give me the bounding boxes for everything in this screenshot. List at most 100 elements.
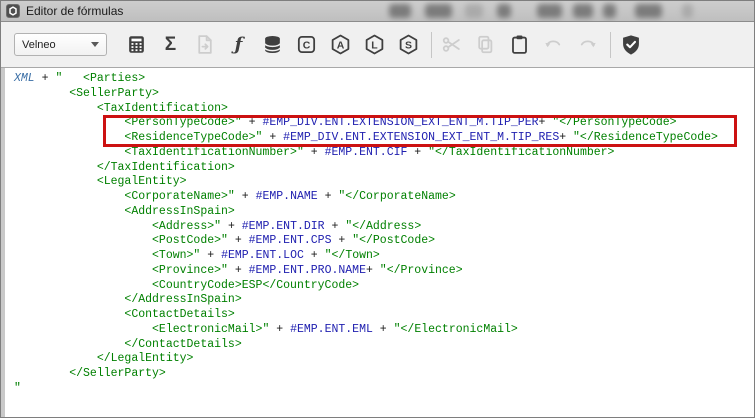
code-token-op: +: [234, 190, 256, 203]
copy-button[interactable]: [472, 30, 499, 60]
constants-button[interactable]: C: [293, 30, 320, 60]
code-token-str: "</ResidenceTypeCode>: [573, 131, 718, 144]
titlebar-blur-artifact: [389, 4, 411, 18]
code-token-str: <TaxIdentificationNumber>": [14, 145, 304, 159]
window-title: Editor de fórmulas: [26, 4, 124, 18]
code-token-op: +: [262, 131, 284, 144]
code-line: </SellerParty>: [14, 367, 754, 382]
database-fields-button[interactable]: [259, 30, 286, 60]
sum-button[interactable]: Σ: [157, 30, 184, 60]
code-token-op: +: [303, 249, 325, 262]
file-icon: [198, 35, 212, 54]
code-token-op: +: [372, 322, 394, 336]
titlebar-blur-artifact: [465, 4, 483, 18]
code-token-str: "</TaxIdentificationNumber>: [428, 145, 615, 159]
toolbar-separator: [610, 31, 611, 58]
code-token-str: <Province>": [14, 263, 228, 277]
code-token-str: "</ElectronicMail>: [393, 322, 518, 336]
file-export-button[interactable]: [191, 30, 218, 60]
code-line: <SellerParty>: [14, 87, 754, 102]
code-token-str: "</Address>: [345, 219, 422, 233]
function-button[interactable]: ƒ: [225, 30, 252, 60]
database-icon: [264, 35, 281, 54]
validate-shield-button[interactable]: [617, 30, 644, 60]
code-token-str: <CorporateName>": [14, 190, 235, 203]
code-line: <CorporateName>" + #EMP.NAME + "</Corpor…: [14, 190, 754, 205]
code-token-str: </TaxIdentification>: [14, 160, 235, 174]
formula-code-editor[interactable]: XML + " <Parties> <SellerParty> <TaxIden…: [1, 68, 754, 417]
code-line: <TaxIdentificationNumber>" + #EMP.ENT.CI…: [14, 146, 754, 161]
code-line: </TaxIdentification>: [14, 161, 754, 176]
code-token-str: <Address>": [14, 219, 222, 233]
titlebar-blur-artifact: [603, 4, 616, 18]
svg-text:L: L: [371, 39, 378, 51]
hexagon-a-button[interactable]: A: [327, 30, 354, 60]
code-token-str: <SellerParty>: [14, 86, 159, 100]
svg-text:S: S: [405, 39, 412, 51]
code-token-op: +: [200, 249, 222, 262]
titlebar-blur-artifact: [425, 4, 452, 18]
code-token-str: "</Town>: [324, 249, 380, 262]
code-token-op: +: [559, 131, 574, 144]
hexagon-l-icon: L: [365, 34, 384, 55]
undo-button[interactable]: [540, 30, 567, 60]
code-line: <ElectronicMail>" + #EMP.ENT.EML + "</El…: [14, 323, 754, 338]
hexagon-s-button[interactable]: S: [395, 30, 422, 60]
code-line: <LegalEntity>: [14, 175, 754, 190]
code-line: <Town>" + #EMP.ENT.LOC + "</Town>: [14, 249, 754, 264]
code-line: </AddressInSpain>: [14, 293, 754, 308]
code-token-str: ": [14, 381, 21, 395]
code-line: ": [14, 382, 754, 397]
code-token-str: <CountryCode>ESP</CountryCode>: [14, 278, 360, 292]
code-token-op: +: [227, 234, 249, 248]
hexagon-l-button[interactable]: L: [361, 30, 388, 60]
code-token-op: +: [317, 190, 339, 203]
formula-language-combo[interactable]: Velneo: [14, 33, 107, 56]
code-area[interactable]: XML + " <Parties> <SellerParty> <TaxIden…: [5, 68, 754, 397]
code-token-str: "</CorporateName>: [338, 190, 456, 203]
code-line: <Province>" + #EMP.ENT.PRO.NAME+ "</Prov…: [14, 264, 754, 279]
code-token-str: " <Parties>: [55, 72, 146, 85]
code-line: </ContactDetails>: [14, 338, 754, 353]
svg-text:A: A: [337, 39, 345, 51]
code-token-var: XML: [14, 72, 35, 85]
redo-arrow-icon: [580, 40, 596, 48]
code-token-id: #EMP.ENT.DIR: [241, 219, 325, 233]
code-token-op: +: [241, 116, 263, 130]
code-token-str: <ElectronicMail>": [14, 322, 270, 336]
code-token-op: +: [227, 263, 249, 277]
code-line: <TaxIdentification>: [14, 102, 754, 117]
code-token-str: <ResidenceTypeCode>": [14, 131, 263, 144]
code-token-str: <PostCode>": [14, 234, 228, 248]
toolbar-separator: [431, 31, 432, 58]
chevron-down-icon: [91, 42, 99, 47]
code-token-str: <PersonTypeCode>": [14, 116, 242, 130]
code-line: <Address>" + #EMP.ENT.DIR + "</Address>: [14, 220, 754, 235]
paste-button[interactable]: [506, 30, 533, 60]
cut-button[interactable]: [438, 30, 465, 60]
titlebar: Editor de fórmulas: [1, 1, 754, 22]
code-token-str: <TaxIdentification>: [14, 101, 228, 115]
code-token-str: "</PersonTypeCode>: [552, 116, 677, 130]
code-line: <AddressInSpain>: [14, 205, 754, 220]
titlebar-blur-artifact: [635, 4, 662, 18]
code-token-id: #EMP_DIV.ENT.EXTENSION_EXT_ENT_M.TIP_RES: [283, 131, 560, 144]
code-token-op: +: [365, 263, 380, 277]
velneo-app-icon: [6, 4, 20, 18]
code-line: <ContactDetails>: [14, 308, 754, 323]
hexagon-s-icon: S: [399, 34, 418, 55]
code-line: <ResidenceTypeCode>" + #EMP_DIV.ENT.EXTE…: [14, 131, 754, 146]
code-token-str: "</Province>: [379, 263, 463, 277]
code-line: XML + " <Parties>: [14, 72, 754, 87]
code-token-op: +: [303, 145, 325, 159]
code-line: <CountryCode>ESP</CountryCode>: [14, 279, 754, 294]
calculator-button[interactable]: [123, 30, 150, 60]
code-token-str: <LegalEntity>: [14, 175, 187, 189]
code-token-str: </SellerParty>: [14, 367, 166, 380]
titlebar-blur-artifact: [573, 4, 593, 18]
titlebar-blur-artifact: [682, 4, 693, 18]
code-token-op: +: [538, 116, 553, 130]
hexagon-a-icon: A: [331, 34, 350, 55]
code-token-id: #EMP.NAME: [255, 190, 318, 203]
redo-button[interactable]: [574, 30, 601, 60]
